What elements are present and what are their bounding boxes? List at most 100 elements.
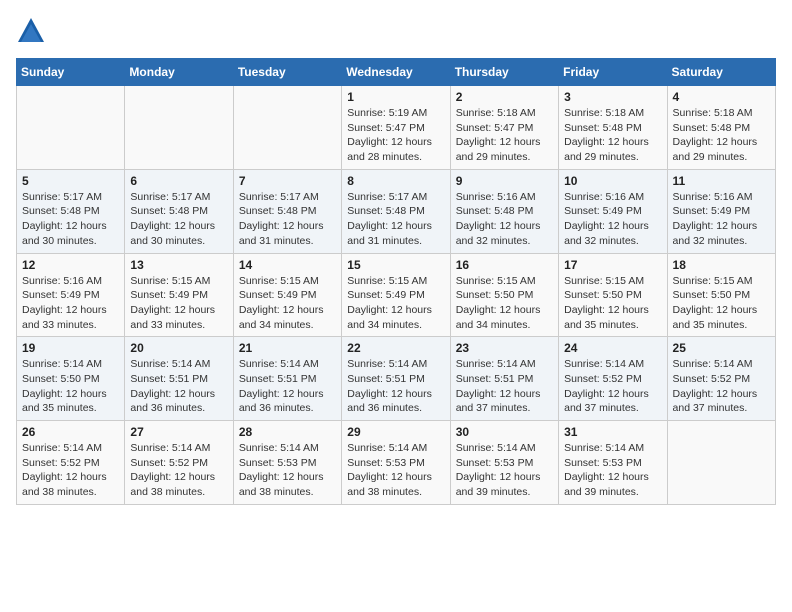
calendar-cell: 19 Sunrise: 5:14 AM Sunset: 5:50 PM Dayli… bbox=[17, 337, 125, 421]
calendar-cell: 20 Sunrise: 5:14 AM Sunset: 5:51 PM Dayli… bbox=[125, 337, 233, 421]
day-number: 21 bbox=[239, 341, 336, 355]
col-header-monday: Monday bbox=[125, 59, 233, 86]
calendar-cell: 26Sunrise: 5:14 AM Sunset: 5:52 PM Dayli… bbox=[17, 421, 125, 505]
day-number: 8 bbox=[347, 174, 444, 188]
day-number: 15 bbox=[347, 258, 444, 272]
day-number: 31 bbox=[564, 425, 661, 439]
day-info: Sunrise: 5:14 AM Sunset: 5:50 PM Dayligh… bbox=[22, 357, 119, 416]
day-info: Sunrise: 5:18 AM Sunset: 5:48 PM Dayligh… bbox=[673, 106, 770, 165]
day-info: Sunrise: 5:16 AM Sunset: 5:49 PM Dayligh… bbox=[564, 190, 661, 249]
calendar-cell: 1 Sunrise: 5:19 AM Sunset: 5:47 PM Daylig… bbox=[342, 86, 450, 170]
calendar-cell: 9 Sunrise: 5:16 AM Sunset: 5:48 PM Daylig… bbox=[450, 169, 558, 253]
calendar-cell: 8 Sunrise: 5:17 AM Sunset: 5:48 PM Daylig… bbox=[342, 169, 450, 253]
day-number: 3 bbox=[564, 90, 661, 104]
day-info: Sunrise: 5:14 AM Sunset: 5:52 PM Dayligh… bbox=[130, 441, 227, 500]
calendar-cell: 30Sunrise: 5:14 AM Sunset: 5:53 PM Dayli… bbox=[450, 421, 558, 505]
day-number: 19 bbox=[22, 341, 119, 355]
calendar-cell: 7 Sunrise: 5:17 AM Sunset: 5:48 PM Daylig… bbox=[233, 169, 341, 253]
day-number: 13 bbox=[130, 258, 227, 272]
col-header-wednesday: Wednesday bbox=[342, 59, 450, 86]
calendar-cell: 15 Sunrise: 5:15 AM Sunset: 5:49 PM Dayli… bbox=[342, 253, 450, 337]
day-number: 22 bbox=[347, 341, 444, 355]
day-number: 7 bbox=[239, 174, 336, 188]
col-header-saturday: Saturday bbox=[667, 59, 775, 86]
day-info: Sunrise: 5:14 AM Sunset: 5:53 PM Dayligh… bbox=[456, 441, 553, 500]
calendar-cell: 6Sunrise: 5:17 AM Sunset: 5:48 PM Daylig… bbox=[125, 169, 233, 253]
day-number: 28 bbox=[239, 425, 336, 439]
day-info: Sunrise: 5:14 AM Sunset: 5:51 PM Dayligh… bbox=[130, 357, 227, 416]
calendar-week-row: 19 Sunrise: 5:14 AM Sunset: 5:50 PM Dayli… bbox=[17, 337, 776, 421]
calendar-week-row: 5 Sunrise: 5:17 AM Sunset: 5:48 PM Daylig… bbox=[17, 169, 776, 253]
calendar-cell: 18 Sunrise: 5:15 AM Sunset: 5:50 PM Dayli… bbox=[667, 253, 775, 337]
calendar-cell: 12 Sunrise: 5:16 AM Sunset: 5:49 PM Dayli… bbox=[17, 253, 125, 337]
day-info: Sunrise: 5:16 AM Sunset: 5:49 PM Dayligh… bbox=[22, 274, 119, 333]
calendar-cell: 10 Sunrise: 5:16 AM Sunset: 5:49 PM Dayli… bbox=[559, 169, 667, 253]
day-number: 10 bbox=[564, 174, 661, 188]
day-info: Sunrise: 5:15 AM Sunset: 5:50 PM Dayligh… bbox=[564, 274, 661, 333]
day-number: 17 bbox=[564, 258, 661, 272]
calendar-cell: 22 Sunrise: 5:14 AM Sunset: 5:51 PM Dayli… bbox=[342, 337, 450, 421]
calendar-cell: 11 Sunrise: 5:16 AM Sunset: 5:49 PM Dayli… bbox=[667, 169, 775, 253]
day-number: 25 bbox=[673, 341, 770, 355]
calendar-cell bbox=[667, 421, 775, 505]
day-info: Sunrise: 5:14 AM Sunset: 5:51 PM Dayligh… bbox=[456, 357, 553, 416]
day-info: Sunrise: 5:14 AM Sunset: 5:52 PM Dayligh… bbox=[673, 357, 770, 416]
day-info: Sunrise: 5:19 AM Sunset: 5:47 PM Dayligh… bbox=[347, 106, 444, 165]
day-number: 18 bbox=[673, 258, 770, 272]
calendar-week-row: 26Sunrise: 5:14 AM Sunset: 5:52 PM Dayli… bbox=[17, 421, 776, 505]
calendar-cell bbox=[17, 86, 125, 170]
day-info: Sunrise: 5:14 AM Sunset: 5:52 PM Dayligh… bbox=[564, 357, 661, 416]
day-number: 5 bbox=[22, 174, 119, 188]
day-info: Sunrise: 5:14 AM Sunset: 5:53 PM Dayligh… bbox=[347, 441, 444, 500]
calendar-cell: 4 Sunrise: 5:18 AM Sunset: 5:48 PM Daylig… bbox=[667, 86, 775, 170]
calendar-cell: 27 Sunrise: 5:14 AM Sunset: 5:52 PM Dayli… bbox=[125, 421, 233, 505]
calendar-cell: 29 Sunrise: 5:14 AM Sunset: 5:53 PM Dayli… bbox=[342, 421, 450, 505]
calendar-cell: 24 Sunrise: 5:14 AM Sunset: 5:52 PM Dayli… bbox=[559, 337, 667, 421]
calendar-week-row: 12 Sunrise: 5:16 AM Sunset: 5:49 PM Dayli… bbox=[17, 253, 776, 337]
calendar-cell: 3 Sunrise: 5:18 AM Sunset: 5:48 PM Daylig… bbox=[559, 86, 667, 170]
day-number: 24 bbox=[564, 341, 661, 355]
calendar-header-row: SundayMondayTuesdayWednesdayThursdayFrid… bbox=[17, 59, 776, 86]
day-info: Sunrise: 5:15 AM Sunset: 5:50 PM Dayligh… bbox=[673, 274, 770, 333]
day-number: 27 bbox=[130, 425, 227, 439]
day-info: Sunrise: 5:15 AM Sunset: 5:50 PM Dayligh… bbox=[456, 274, 553, 333]
day-info: Sunrise: 5:17 AM Sunset: 5:48 PM Dayligh… bbox=[22, 190, 119, 249]
day-info: Sunrise: 5:16 AM Sunset: 5:48 PM Dayligh… bbox=[456, 190, 553, 249]
calendar-cell: 14 Sunrise: 5:15 AM Sunset: 5:49 PM Dayli… bbox=[233, 253, 341, 337]
col-header-tuesday: Tuesday bbox=[233, 59, 341, 86]
col-header-thursday: Thursday bbox=[450, 59, 558, 86]
day-info: Sunrise: 5:14 AM Sunset: 5:53 PM Dayligh… bbox=[239, 441, 336, 500]
calendar-cell: 13Sunrise: 5:15 AM Sunset: 5:49 PM Dayli… bbox=[125, 253, 233, 337]
day-info: Sunrise: 5:18 AM Sunset: 5:48 PM Dayligh… bbox=[564, 106, 661, 165]
calendar-cell: 2 Sunrise: 5:18 AM Sunset: 5:47 PM Daylig… bbox=[450, 86, 558, 170]
day-number: 12 bbox=[22, 258, 119, 272]
day-info: Sunrise: 5:17 AM Sunset: 5:48 PM Dayligh… bbox=[130, 190, 227, 249]
calendar-cell: 23Sunrise: 5:14 AM Sunset: 5:51 PM Dayli… bbox=[450, 337, 558, 421]
day-info: Sunrise: 5:17 AM Sunset: 5:48 PM Dayligh… bbox=[239, 190, 336, 249]
day-number: 2 bbox=[456, 90, 553, 104]
day-info: Sunrise: 5:18 AM Sunset: 5:47 PM Dayligh… bbox=[456, 106, 553, 165]
calendar-cell: 21 Sunrise: 5:14 AM Sunset: 5:51 PM Dayli… bbox=[233, 337, 341, 421]
day-info: Sunrise: 5:14 AM Sunset: 5:51 PM Dayligh… bbox=[347, 357, 444, 416]
calendar-cell: 16Sunrise: 5:15 AM Sunset: 5:50 PM Dayli… bbox=[450, 253, 558, 337]
day-info: Sunrise: 5:17 AM Sunset: 5:48 PM Dayligh… bbox=[347, 190, 444, 249]
calendar-table: SundayMondayTuesdayWednesdayThursdayFrid… bbox=[16, 58, 776, 505]
day-number: 11 bbox=[673, 174, 770, 188]
day-number: 20 bbox=[130, 341, 227, 355]
day-number: 9 bbox=[456, 174, 553, 188]
day-info: Sunrise: 5:16 AM Sunset: 5:49 PM Dayligh… bbox=[673, 190, 770, 249]
day-number: 29 bbox=[347, 425, 444, 439]
page-header bbox=[16, 16, 776, 46]
logo bbox=[16, 16, 50, 46]
day-number: 14 bbox=[239, 258, 336, 272]
day-info: Sunrise: 5:15 AM Sunset: 5:49 PM Dayligh… bbox=[347, 274, 444, 333]
calendar-cell bbox=[125, 86, 233, 170]
day-info: Sunrise: 5:14 AM Sunset: 5:52 PM Dayligh… bbox=[22, 441, 119, 500]
day-number: 4 bbox=[673, 90, 770, 104]
day-info: Sunrise: 5:15 AM Sunset: 5:49 PM Dayligh… bbox=[239, 274, 336, 333]
calendar-cell: 5 Sunrise: 5:17 AM Sunset: 5:48 PM Daylig… bbox=[17, 169, 125, 253]
calendar-cell: 31Sunrise: 5:14 AM Sunset: 5:53 PM Dayli… bbox=[559, 421, 667, 505]
day-info: Sunrise: 5:14 AM Sunset: 5:51 PM Dayligh… bbox=[239, 357, 336, 416]
logo-icon bbox=[16, 16, 46, 46]
day-number: 1 bbox=[347, 90, 444, 104]
